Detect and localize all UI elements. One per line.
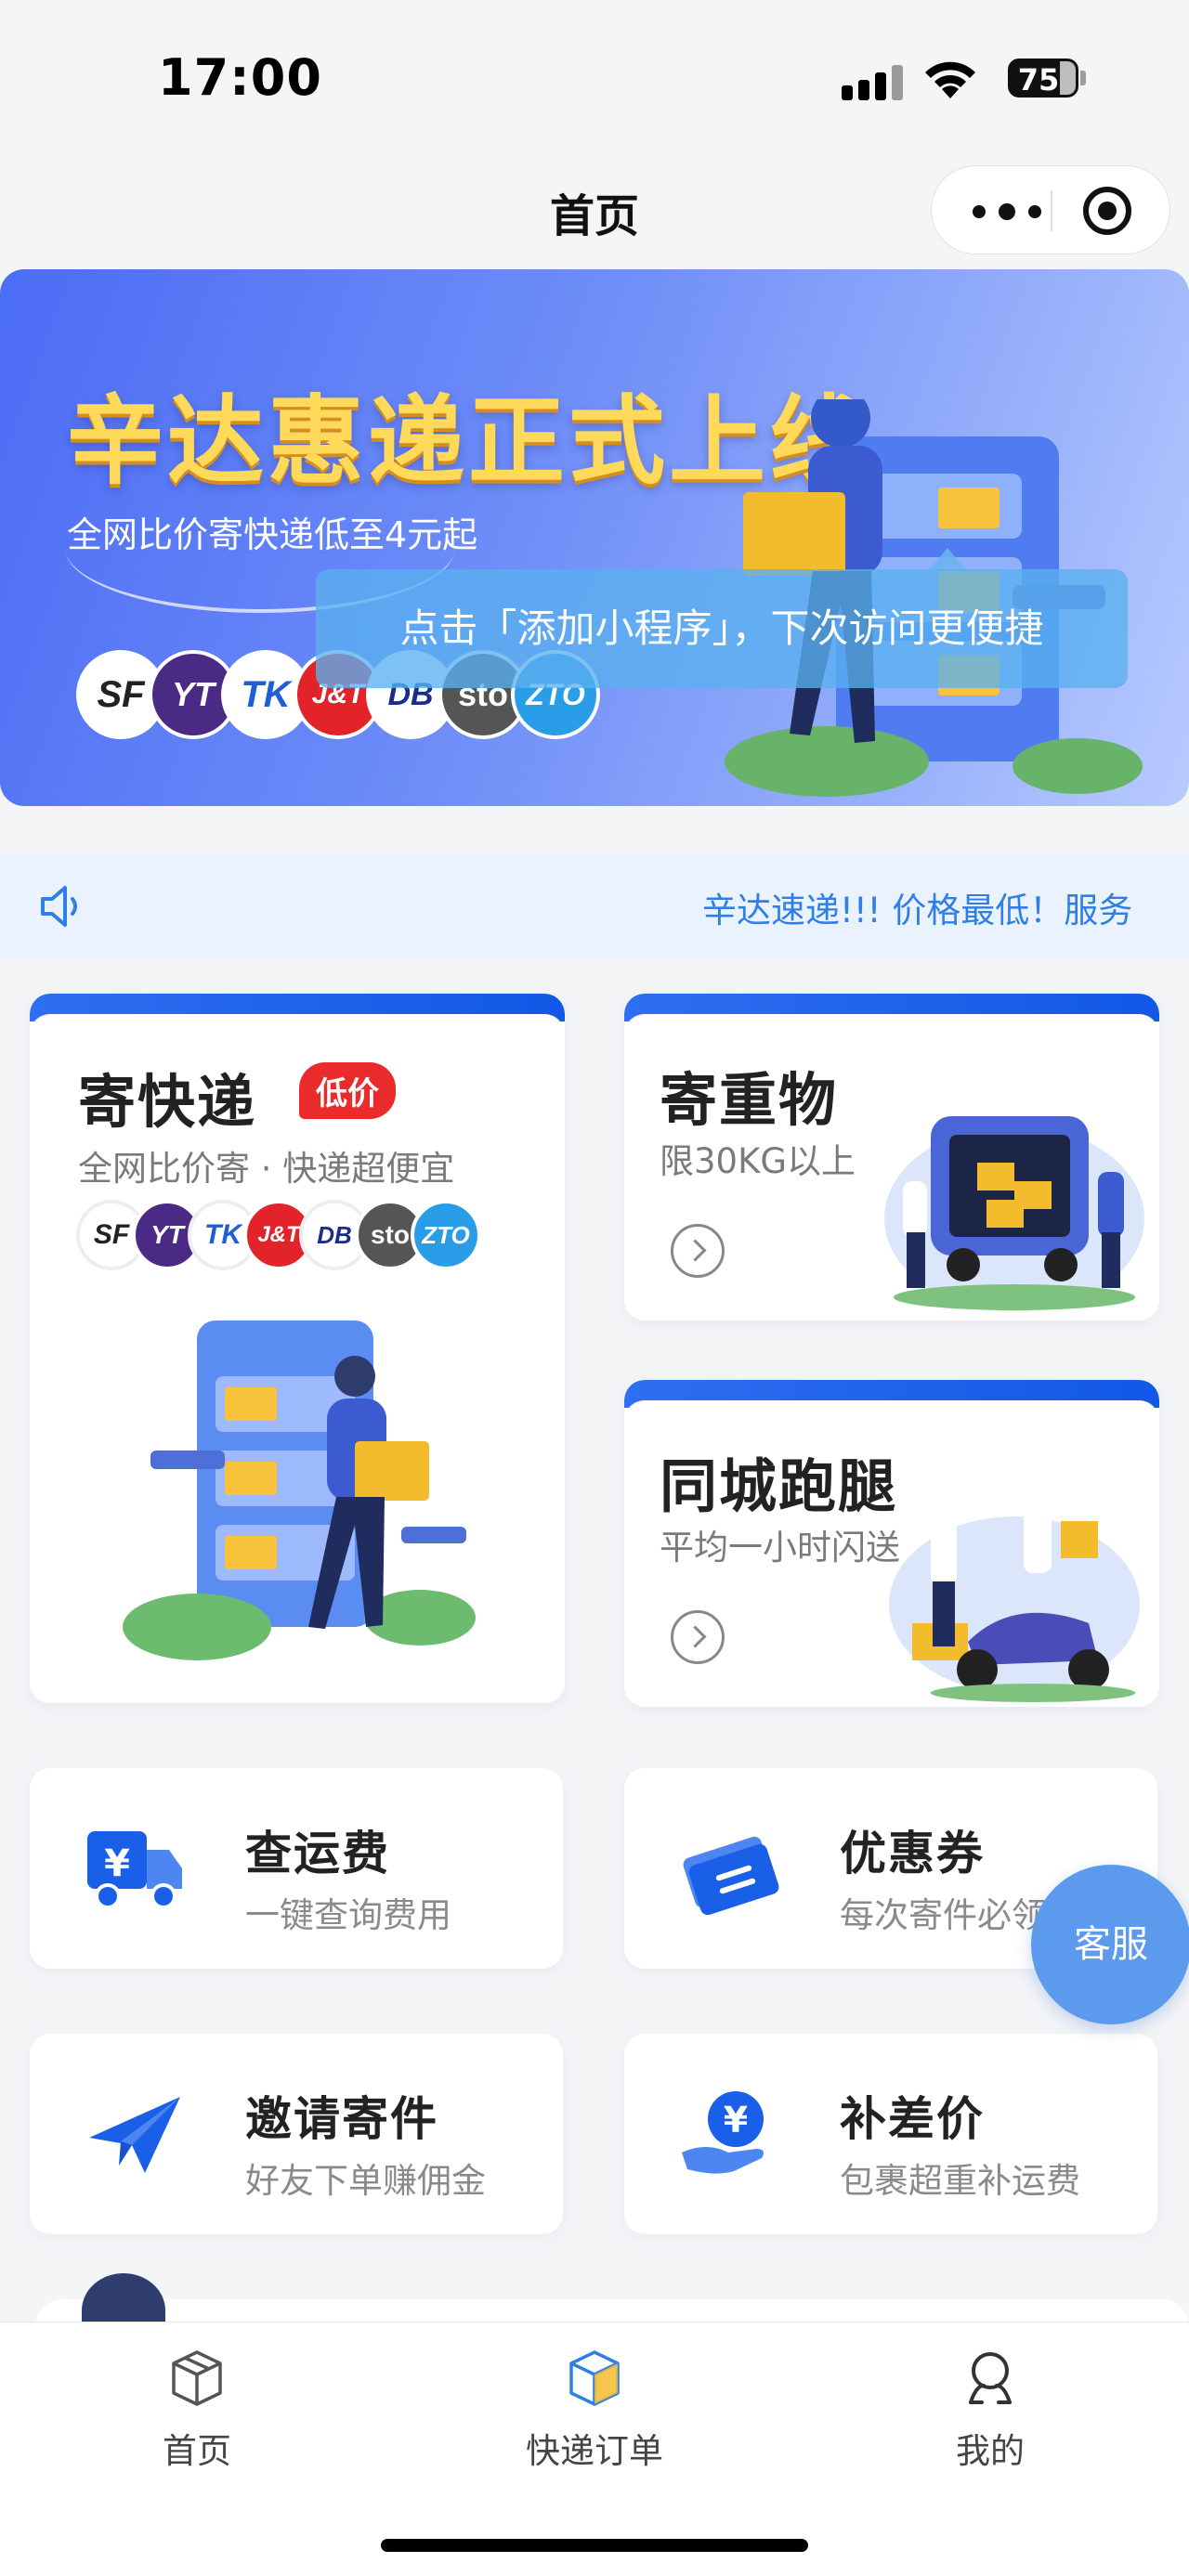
coupon-icon (683, 1836, 779, 1915)
errand-arrow-icon (671, 1610, 725, 1664)
close-miniprogram-icon[interactable] (1083, 187, 1131, 235)
heavy-arrow-icon (671, 1224, 725, 1278)
wifi-icon (925, 61, 975, 98)
heavy-card[interactable]: 寄重物 限30KG以上 (624, 994, 1159, 1321)
check-shipping-fee-card[interactable]: ¥ 查运费 一键查询费用 (30, 1768, 563, 1969)
status-bar: 17:00 75 (0, 0, 1189, 158)
errand-card[interactable]: 同城跑腿 平均一小时闪送 (624, 1380, 1159, 1707)
user-icon (969, 2352, 1012, 2404)
svg-text:¥: ¥ (724, 2100, 748, 2140)
bottom-tabbar: 首页 快递订单 我的 (0, 2322, 1189, 2576)
promo-banner[interactable]: 辛达惠递正式上线 全网比价寄快递低至4元起 SF YT TK J&T DB st… (0, 269, 1189, 806)
battery-level: 75 (1017, 62, 1060, 98)
tab-home[interactable]: 首页 (104, 2345, 290, 2473)
cube-icon (569, 2350, 620, 2406)
tab-label: 快递订单 (526, 2431, 663, 2471)
tab-label: 首页 (163, 2431, 231, 2471)
svg-text:¥: ¥ (104, 1842, 130, 1885)
express-subtitle: 全网比价寄 · 快递超便宜 (78, 1149, 455, 1189)
home-indicator (381, 2539, 808, 2552)
tool-title: 查运费 (245, 1827, 390, 1880)
scooter-illustration (889, 1503, 1140, 1702)
tab-label: 我的 (956, 2431, 1025, 2471)
notice-text: 辛达速递!!! 价格最低！服务 (702, 891, 1133, 930)
heavy-subtitle: 限30KG以上 (660, 1141, 856, 1181)
tool-title: 优惠券 (840, 1827, 985, 1880)
status-time: 17:00 (158, 48, 322, 107)
speaker-icon (41, 886, 77, 927)
tab-orders[interactable]: 快递订单 (502, 2345, 687, 2473)
tool-title: 邀请寄件 (245, 2092, 438, 2146)
tool-title: 补差价 (840, 2092, 985, 2146)
express-card[interactable]: 寄快递 低价 全网比价寄 · 快递超便宜 SF YT TK J&T DB sto… (30, 994, 565, 1703)
pay-difference-card[interactable]: ¥ 补差价 包裹超重补运费 (624, 2034, 1157, 2234)
notice-bar[interactable]: 辛达速递!!! 价格最低！服务 (0, 854, 1189, 958)
express-illustration (123, 1321, 476, 1660)
van-illustration (884, 1116, 1144, 1311)
tool-subtitle: 一键查询费用 (245, 1895, 451, 1935)
customer-service-button[interactable]: 客服 (1031, 1865, 1189, 2024)
box-icon (172, 2350, 222, 2406)
banner-subtitle: 全网比价寄快递低至4元起 (67, 514, 478, 555)
tool-subtitle: 每次寄件必领 (840, 1895, 1046, 1935)
more-icon[interactable] (963, 166, 1047, 255)
paper-plane-icon (89, 2097, 180, 2173)
add-miniprogram-tip[interactable]: 点击「添加小程序」，下次访问更便捷 (316, 569, 1128, 688)
low-price-tag: 低价 (299, 1062, 396, 1119)
miniprogram-capsule (931, 165, 1170, 254)
express-title: 寄快递 (78, 1068, 257, 1136)
cellular-signal-icon (842, 65, 905, 100)
errand-title: 同城跑腿 (660, 1452, 898, 1520)
errand-subtitle: 平均一小时闪送 (660, 1528, 900, 1568)
tab-mine[interactable]: 我的 (897, 2345, 1083, 2473)
hand-yen-icon: ¥ (682, 2091, 764, 2174)
tool-subtitle: 好友下单赚佣金 (245, 2161, 486, 2201)
truck-yen-icon: ¥ (87, 1831, 182, 1909)
tool-subtitle: 包裹超重补运费 (840, 2161, 1080, 2201)
invite-card[interactable]: 邀请寄件 好友下单赚佣金 (30, 2034, 563, 2234)
battery-icon: 75 (1008, 59, 1078, 98)
heavy-title: 寄重物 (660, 1066, 839, 1134)
